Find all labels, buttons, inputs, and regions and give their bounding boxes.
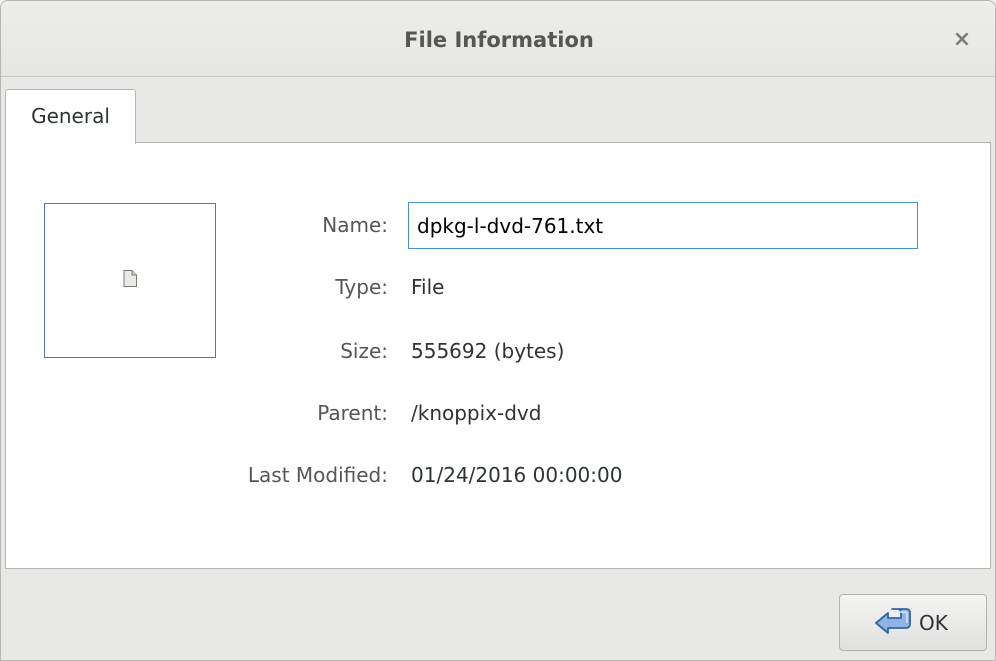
ok-button[interactable]: OK	[839, 594, 987, 651]
last-modified-label: Last Modified:	[247, 463, 388, 487]
last-modified-value: 01/24/2016 00:00:00	[411, 463, 623, 487]
ok-button-label: OK	[919, 611, 948, 635]
file-information-dialog: File Information × General Name: Type: F…	[0, 0, 996, 661]
close-button[interactable]: ×	[949, 27, 975, 53]
title-bar[interactable]: File Information ×	[1, 1, 995, 77]
type-value: File	[411, 275, 445, 299]
tab-general[interactable]: General	[5, 89, 136, 144]
name-label: Name:	[322, 213, 388, 237]
parent-value: /knoppix-dvd	[411, 401, 542, 425]
enter-arrow-icon	[875, 608, 911, 634]
name-field[interactable]	[408, 202, 918, 249]
size-label: Size:	[340, 339, 388, 363]
general-tab-panel: Name: Type: File Size: 555692 (bytes) Pa…	[5, 142, 991, 569]
dialog-title: File Information	[404, 28, 594, 52]
size-value: 555692 (bytes)	[411, 339, 565, 363]
parent-label: Parent:	[317, 401, 388, 425]
type-label: Type:	[335, 275, 388, 299]
